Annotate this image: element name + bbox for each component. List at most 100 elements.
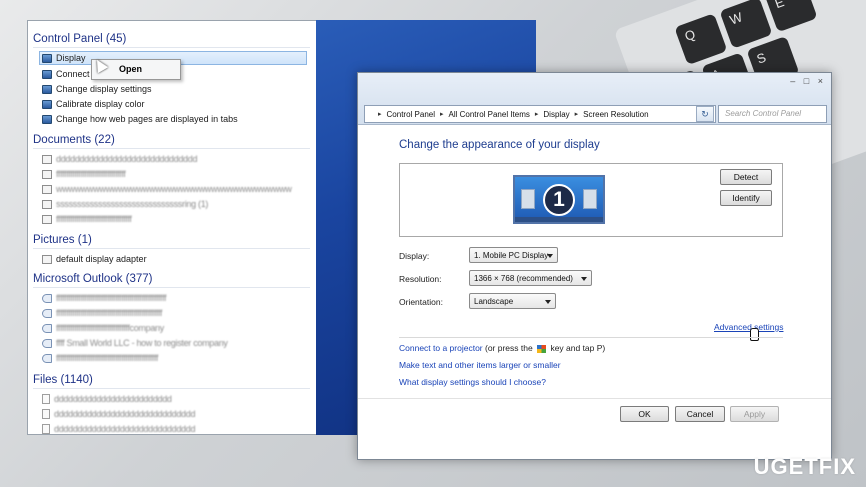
result-label: dddddddddddddddddddddddddddddd bbox=[56, 154, 198, 164]
email-icon bbox=[42, 353, 52, 363]
watermark-logo: UGETFIX bbox=[753, 454, 856, 479]
divider bbox=[33, 248, 310, 249]
divider bbox=[358, 398, 831, 399]
document-icon bbox=[42, 154, 52, 164]
breadcrumb-arrow-icon: ▸ bbox=[534, 111, 539, 118]
result-web-pages-tabs[interactable]: Change how web pages are displayed in ta… bbox=[42, 112, 238, 126]
result-label: ffffffffffffffffffffffffffffffffff bbox=[56, 169, 126, 179]
result-calibrate-color[interactable]: Calibrate display color bbox=[42, 97, 145, 111]
result-label: ffffffffffffffffffffffffffffffffffffffff… bbox=[56, 353, 159, 363]
result-email[interactable]: ffff Small World LLC - how to register c… bbox=[42, 336, 228, 350]
context-menu-item-open[interactable]: Open bbox=[119, 64, 142, 74]
result-document[interactable]: ssssssssssssssssssssssssssssssring (1) bbox=[42, 197, 208, 211]
group-header-outlook[interactable]: Microsoft Outlook (377) bbox=[33, 273, 153, 285]
chevron-down-icon bbox=[545, 300, 551, 304]
result-label: wwwwwwwwwwwwwwwwwwwwwwwwwwwwwwwwwwwwww bbox=[56, 184, 292, 194]
resolution-label: Resolution: bbox=[399, 274, 442, 284]
result-document[interactable]: ffffffffffffffffffffffffffffffffff bbox=[42, 167, 126, 181]
result-file[interactable]: dddddddddddddddddddddddddddddd bbox=[42, 407, 195, 421]
address-bar[interactable]: ▸ Control Panel ▸ All Control Panel Item… bbox=[364, 105, 716, 123]
result-label: Change how web pages are displayed in ta… bbox=[56, 114, 238, 124]
email-icon bbox=[42, 308, 52, 318]
display-icon bbox=[42, 53, 52, 63]
projector-row: Connect to a projector (or press the key… bbox=[399, 343, 605, 353]
display-select[interactable]: 1. Mobile PC Display bbox=[469, 247, 558, 263]
projector-hint-text: key and tap P) bbox=[548, 343, 606, 353]
windows-key-icon bbox=[537, 344, 547, 353]
screen-resolution-window: – □ × ▸ Control Panel ▸ All Control Pane… bbox=[357, 72, 832, 460]
document-icon bbox=[42, 184, 52, 194]
text-size-link[interactable]: Make text and other items larger or smal… bbox=[399, 360, 561, 370]
result-label: ssssssssssssssssssssssssssssssring (1) bbox=[56, 199, 209, 209]
breadcrumb-all-items[interactable]: All Control Panel Items bbox=[449, 110, 530, 119]
result-label: Change display settings bbox=[56, 84, 152, 94]
result-document[interactable]: fffffffffffffffffffffffffffffffffffff bbox=[42, 212, 132, 226]
window-thumbnail bbox=[583, 189, 597, 209]
email-icon bbox=[42, 338, 52, 348]
result-label: ffffffffffffffffffffffffffffffffffffcomp… bbox=[56, 323, 164, 333]
refresh-button[interactable]: ↻ bbox=[696, 106, 714, 122]
result-email[interactable]: ffffffffffffffffffffffffffffffffffffcomp… bbox=[42, 321, 164, 335]
group-header-pictures[interactable]: Pictures (1) bbox=[33, 234, 92, 246]
start-search-results: Control Panel (45) Display Connect to a … bbox=[27, 20, 317, 435]
chevron-down-icon bbox=[581, 277, 587, 281]
advanced-settings-link[interactable]: Advanced settings bbox=[714, 322, 783, 332]
group-header-documents[interactable]: Documents (22) bbox=[33, 134, 115, 146]
result-label: ffff Small World LLC - how to register c… bbox=[56, 338, 228, 348]
result-label: ffffffffffffffffffffffffffffffffffffffff… bbox=[56, 293, 167, 303]
document-icon bbox=[42, 169, 52, 179]
which-settings-link[interactable]: What display settings should I choose? bbox=[399, 377, 546, 387]
group-header-control-panel[interactable]: Control Panel (45) bbox=[33, 33, 126, 45]
page-title: Change the appearance of your display bbox=[399, 139, 600, 151]
result-email[interactable]: ffffffffffffffffffffffffffffffffffffffff… bbox=[42, 306, 162, 320]
monitor-number: 1 bbox=[543, 184, 575, 216]
display-icon bbox=[42, 99, 52, 109]
breadcrumb-control-panel[interactable]: Control Panel bbox=[387, 110, 435, 119]
keyboard-key: E bbox=[764, 0, 818, 33]
taskbar-thumbnail bbox=[515, 217, 603, 222]
cancel-button[interactable]: Cancel bbox=[675, 406, 725, 422]
window-controls[interactable]: – □ × bbox=[790, 76, 826, 86]
display-icon bbox=[42, 114, 52, 124]
document-icon bbox=[42, 214, 52, 224]
orientation-select[interactable]: Landscape bbox=[469, 293, 556, 309]
divider bbox=[33, 47, 310, 48]
apply-button[interactable]: Apply bbox=[730, 406, 779, 422]
ok-button[interactable]: OK bbox=[620, 406, 669, 422]
result-label: ffffffffffffffffffffffffffffffffffffffff… bbox=[56, 308, 163, 318]
file-icon bbox=[42, 424, 50, 434]
result-file[interactable]: dddddddddddddddddddddddddddddd bbox=[42, 422, 195, 434]
group-header-files[interactable]: Files (1140) bbox=[33, 374, 93, 386]
identify-button[interactable]: Identify bbox=[720, 190, 772, 206]
breadcrumb-screen-resolution[interactable]: Screen Resolution bbox=[583, 110, 648, 119]
result-file[interactable]: ddddddddddddddddddddddddd bbox=[42, 392, 172, 406]
resolution-select[interactable]: 1366 × 768 (recommended) bbox=[469, 270, 592, 286]
file-icon bbox=[42, 394, 50, 404]
projector-hint-text: (or press the bbox=[482, 343, 536, 353]
detect-button[interactable]: Detect bbox=[720, 169, 772, 185]
result-label: Display bbox=[56, 53, 86, 63]
keyboard-key: Q bbox=[674, 13, 728, 66]
result-document[interactable]: wwwwwwwwwwwwwwwwwwwwwwwwwwwwwwwwwwwwww bbox=[42, 182, 292, 196]
orientation-select-value: Landscape bbox=[474, 296, 514, 306]
result-email[interactable]: ffffffffffffffffffffffffffffffffffffffff… bbox=[42, 351, 158, 365]
search-control-panel-input[interactable]: Search Control Panel bbox=[718, 105, 827, 123]
monitor-1-preview[interactable]: 1 bbox=[513, 175, 605, 224]
breadcrumb-display[interactable]: Display bbox=[543, 110, 569, 119]
display-select-value: 1. Mobile PC Display bbox=[474, 250, 549, 260]
result-document[interactable]: dddddddddddddddddddddddddddddd bbox=[42, 152, 197, 166]
display-icon bbox=[42, 84, 52, 94]
divider bbox=[33, 287, 310, 288]
result-change-display-settings[interactable]: Change display settings bbox=[42, 82, 152, 96]
result-email[interactable]: ffffffffffffffffffffffffffffffffffffffff… bbox=[42, 291, 167, 305]
connect-projector-link[interactable]: Connect to a projector bbox=[399, 343, 483, 353]
divider bbox=[33, 148, 310, 149]
resolution-select-value: 1366 × 768 (recommended) bbox=[474, 273, 573, 283]
result-label: ddddddddddddddddddddddddd bbox=[54, 394, 172, 404]
result-picture[interactable]: default display adapter bbox=[42, 252, 147, 266]
display-label: Display: bbox=[399, 251, 430, 261]
chevron-down-icon bbox=[547, 254, 553, 258]
keyboard-key: W bbox=[719, 0, 773, 49]
projector-icon bbox=[42, 69, 52, 79]
breadcrumb-arrow-icon: ▸ bbox=[378, 111, 382, 118]
